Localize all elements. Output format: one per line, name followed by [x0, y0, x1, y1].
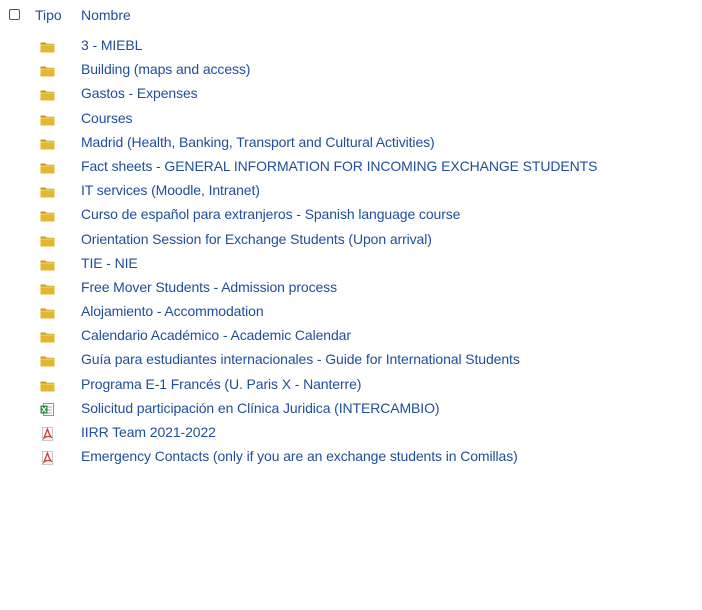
folder-icon	[40, 379, 55, 392]
list-item[interactable]: Fact sheets - GENERAL INFORMATION FOR IN…	[0, 156, 702, 180]
folder-icon	[40, 161, 55, 174]
folder-icon	[40, 64, 55, 77]
item-name-link[interactable]: Free Mover Students - Admission process	[81, 279, 337, 295]
item-name-link[interactable]: Fact sheets - GENERAL INFORMATION FOR IN…	[81, 158, 597, 174]
list-item[interactable]: Curso de español para extranjeros - Span…	[0, 204, 702, 228]
item-name-link[interactable]: Curso de español para extranjeros - Span…	[81, 206, 460, 222]
pdf-icon	[40, 451, 55, 466]
folder-icon	[40, 137, 55, 150]
list-item[interactable]: 3 - MIEBL	[0, 35, 702, 59]
list-item[interactable]: TIE - NIE	[0, 253, 702, 277]
list-item[interactable]: Orientation Session for Exchange Student…	[0, 229, 702, 253]
column-header-nombre[interactable]: Nombre	[81, 7, 131, 23]
list-item[interactable]: Guía para estudiantes internacionales - …	[0, 349, 702, 373]
folder-icon	[40, 282, 55, 295]
folder-icon	[40, 330, 55, 343]
item-name-link[interactable]: Gastos - Expenses	[81, 85, 198, 101]
list-item[interactable]: IT services (Moodle, Intranet)	[0, 180, 702, 204]
list-item[interactable]: Free Mover Students - Admission process	[0, 277, 702, 301]
item-name-link[interactable]: Madrid (Health, Banking, Transport and C…	[81, 134, 435, 150]
folder-icon	[40, 306, 55, 319]
pdf-icon	[40, 427, 55, 441]
item-name-link[interactable]: Solicitud participación en Clínica Jurid…	[81, 400, 440, 416]
folder-icon	[40, 40, 55, 53]
folder-icon	[40, 354, 55, 367]
list-item[interactable]: Alojamiento - Accommodation	[0, 301, 702, 325]
item-name-link[interactable]: Calendario Académico - Academic Calendar	[81, 327, 351, 343]
list-item[interactable]: Programa E-1 Francés (U. Paris X - Nante…	[0, 374, 702, 398]
folder-icon	[40, 185, 55, 198]
item-name-link[interactable]: TIE - NIE	[81, 255, 138, 271]
folder-icon	[40, 234, 55, 246]
excel-icon	[40, 402, 55, 416]
folder-icon	[40, 209, 55, 222]
list-item[interactable]: Gastos - Expenses	[0, 83, 702, 107]
item-name-link[interactable]: IT services (Moodle, Intranet)	[81, 182, 260, 198]
item-name-link[interactable]: Orientation Session for Exchange Student…	[81, 231, 432, 247]
column-header-tipo[interactable]: Tipo	[35, 7, 62, 23]
listing-header: Tipo Nombre	[0, 5, 702, 27]
item-name-link[interactable]: Courses	[81, 110, 133, 126]
item-name-link[interactable]: IIRR Team 2021-2022	[81, 424, 216, 440]
item-name-link[interactable]: Programa E-1 Francés (U. Paris X - Nante…	[81, 376, 361, 392]
item-name-link[interactable]: Building (maps and access)	[81, 61, 250, 77]
select-all-checkbox[interactable]	[9, 9, 20, 20]
file-listing: Tipo Nombre 3 - MIEBL Building (maps and …	[0, 0, 702, 610]
item-name-link[interactable]: Alojamiento - Accommodation	[81, 303, 264, 319]
folder-icon	[40, 258, 55, 271]
folder-icon	[40, 88, 55, 101]
file-rows: 3 - MIEBL Building (maps and access) Gasto…	[0, 35, 702, 470]
item-name-link[interactable]: Guía para estudiantes internacionales - …	[81, 351, 520, 367]
list-item[interactable]: Solicitud participación en Clínica Jurid…	[0, 398, 702, 422]
item-name-link[interactable]: 3 - MIEBL	[81, 37, 142, 53]
list-item[interactable]: IIRR Team 2021-2022	[0, 422, 702, 446]
item-name-link[interactable]: Emergency Contacts (only if you are an e…	[81, 448, 518, 464]
list-item[interactable]: Emergency Contacts (only if you are an e…	[0, 446, 702, 470]
list-item[interactable]: Madrid (Health, Banking, Transport and C…	[0, 132, 702, 156]
list-item[interactable]: Courses	[0, 108, 702, 132]
folder-icon	[40, 113, 55, 126]
list-item[interactable]: Calendario Académico - Academic Calendar	[0, 325, 702, 349]
list-item[interactable]: Building (maps and access)	[0, 59, 702, 83]
